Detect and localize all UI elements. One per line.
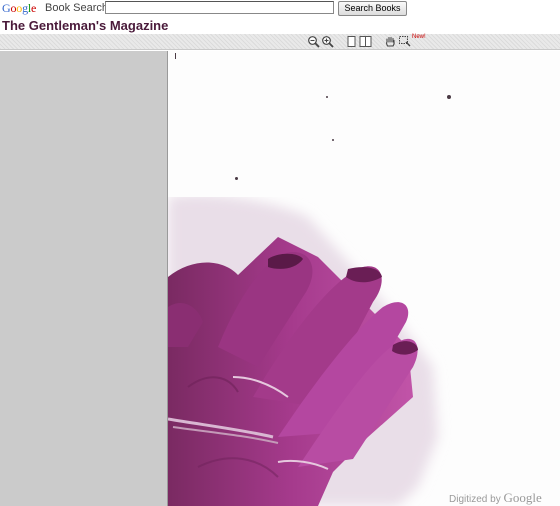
- book-title: The Gentleman's Magazine: [2, 18, 169, 33]
- page-speck: [447, 95, 451, 99]
- page-speck: [175, 53, 176, 59]
- logo-letter: e: [31, 1, 37, 15]
- two-page-icon[interactable]: [359, 35, 372, 48]
- hand-photo: [168, 197, 438, 506]
- watermark-brand: Google: [503, 490, 542, 505]
- page-speck: [235, 177, 238, 180]
- watermark-prefix: Digitized by: [449, 494, 501, 505]
- page-speck: [326, 96, 328, 98]
- search-input[interactable]: [105, 1, 334, 14]
- zoom-out-icon[interactable]: [307, 35, 320, 48]
- product-name: Book Search: [45, 2, 108, 14]
- single-page-icon[interactable]: [345, 35, 358, 48]
- hand-pan-icon[interactable]: [384, 35, 397, 48]
- search-books-button[interactable]: Search Books: [338, 1, 407, 16]
- viewer-toolbar: New!: [0, 34, 560, 50]
- zoom-in-icon[interactable]: [321, 35, 334, 48]
- viewer-gutter: [0, 51, 167, 506]
- google-logo[interactable]: Google: [2, 1, 36, 16]
- new-badge: New!: [412, 34, 426, 40]
- book-page[interactable]: Digitized by Google: [167, 51, 560, 506]
- clip-select-icon[interactable]: [398, 35, 411, 48]
- digitized-watermark: Digitized by Google: [449, 490, 542, 506]
- page-speck: [332, 139, 334, 141]
- top-bar: Google Book Search Search Books: [0, 0, 560, 17]
